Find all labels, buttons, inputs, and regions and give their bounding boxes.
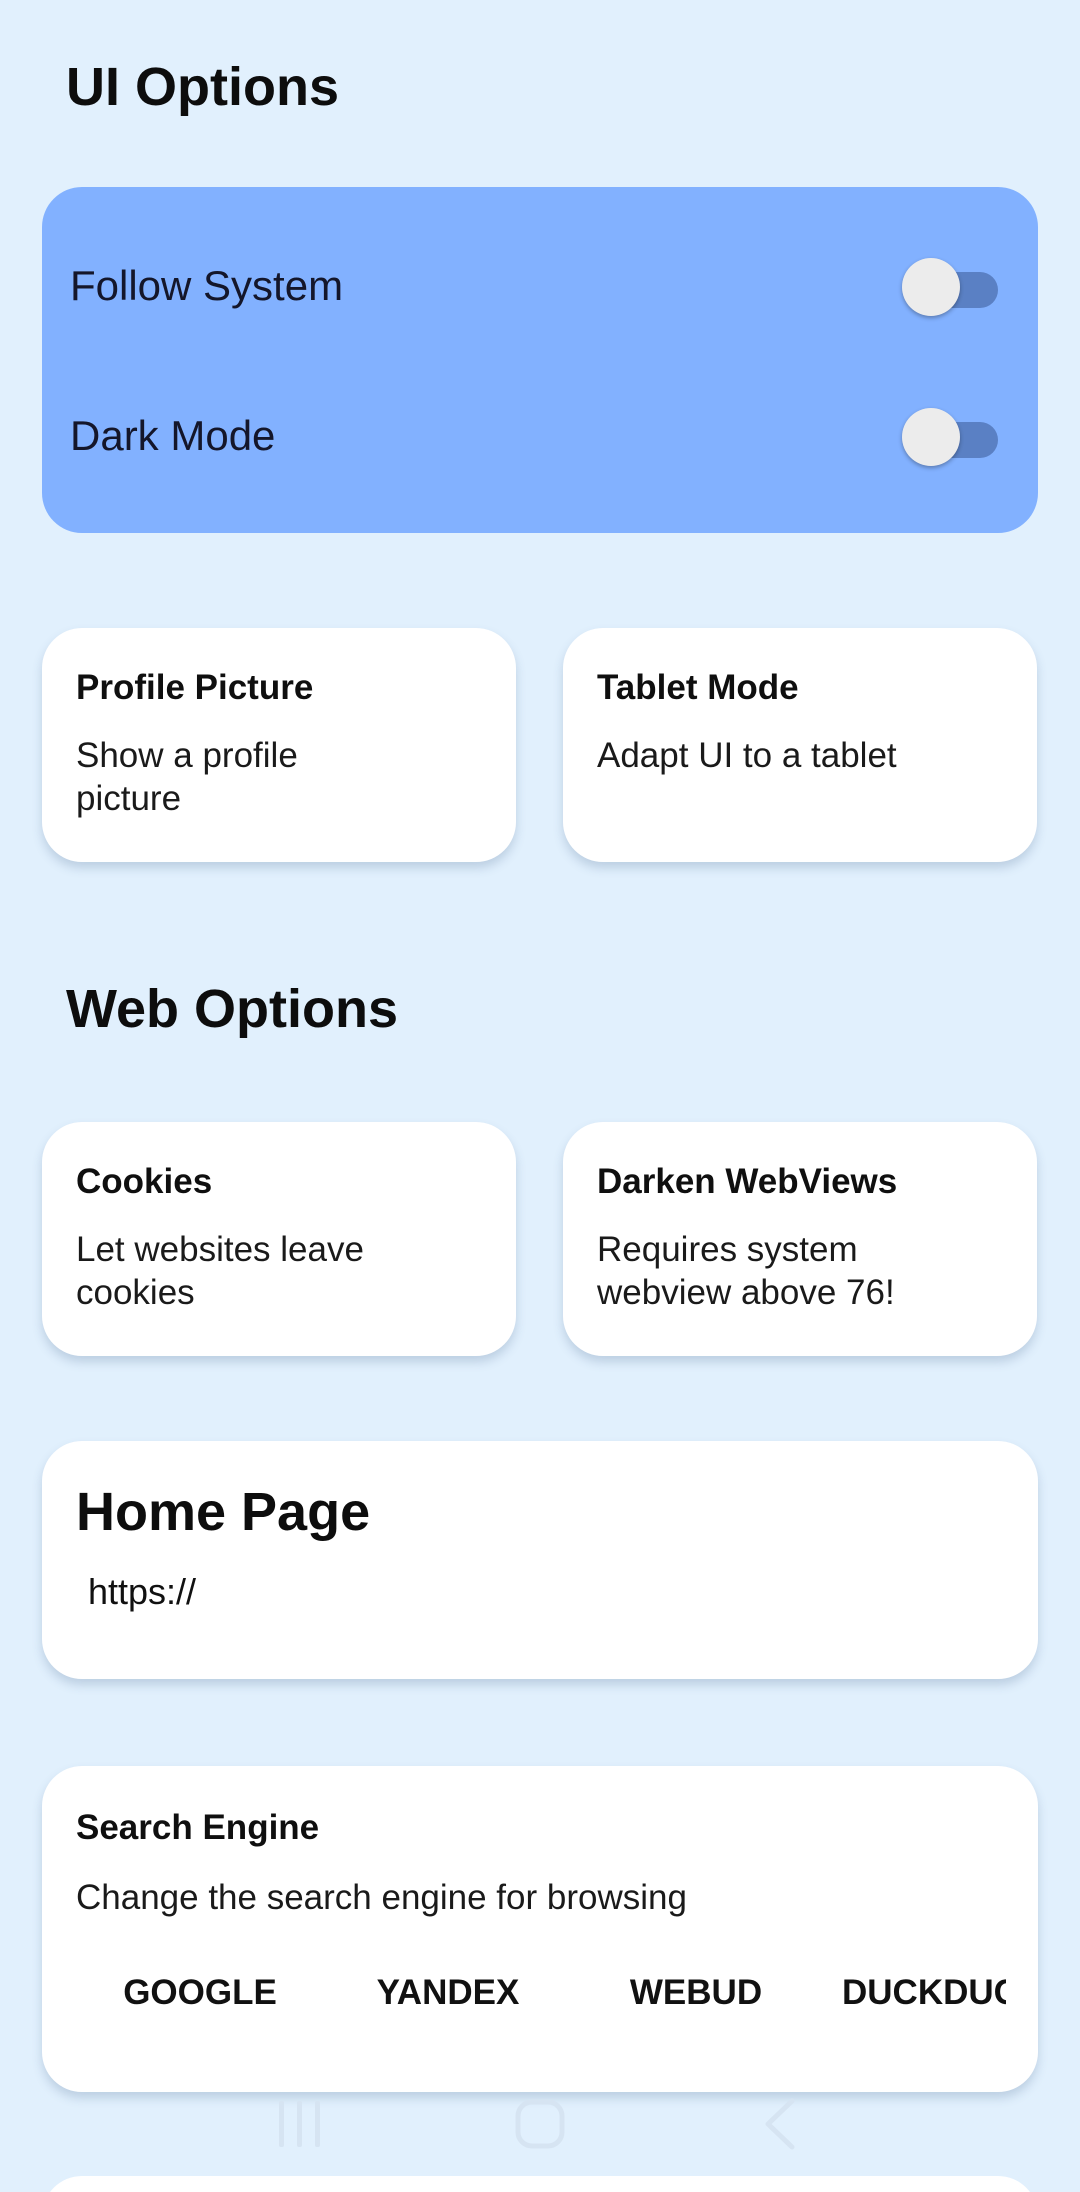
system-navigation-bar: [0, 2082, 1080, 2166]
ui-options-title: UI Options: [66, 57, 339, 117]
tablet-mode-card[interactable]: Tablet Mode Adapt UI to a tablet: [563, 628, 1037, 862]
profile-picture-card[interactable]: Profile Picture Show a profile picture: [42, 628, 516, 862]
engine-google-button[interactable]: GOOGLE: [76, 1973, 324, 2013]
back-icon[interactable]: [744, 2088, 816, 2160]
card-description: Show a profile picture: [76, 736, 298, 818]
follow-system-row[interactable]: Follow System: [70, 241, 998, 331]
dark-mode-row[interactable]: Dark Mode: [70, 391, 998, 481]
follow-system-switch[interactable]: [902, 258, 998, 316]
card-title: Cookies: [76, 1162, 213, 1201]
card-title: Profile Picture: [76, 668, 314, 707]
web-options-title: Web Options: [66, 979, 398, 1039]
home-page-title: Home Page: [76, 1482, 371, 1542]
switch-thumb: [902, 258, 960, 316]
home-icon[interactable]: [504, 2088, 576, 2160]
card-description: Let websites leave cookies: [76, 1230, 364, 1312]
search-engine-title: Search Engine: [76, 1808, 320, 1847]
home-page-url-input[interactable]: [88, 1571, 988, 1613]
settings-screen: UI Options Follow System Dark Mode Profi…: [0, 0, 1080, 2192]
search-engine-card: Search Engine Change the search engine f…: [42, 1766, 1038, 2092]
search-engine-description: Change the search engine for browsing: [76, 1878, 687, 1917]
dark-mode-label: Dark Mode: [70, 412, 276, 459]
dark-mode-switch[interactable]: [902, 408, 998, 466]
card-description: Adapt UI to a tablet: [597, 736, 897, 775]
engine-duckduck-button[interactable]: DUCKDUCK: [820, 1973, 1006, 2013]
recent-apps-icon[interactable]: [264, 2088, 336, 2160]
card-title: Darken WebViews: [597, 1162, 898, 1201]
card-description: Requires system webview above 76!: [597, 1230, 895, 1312]
switch-thumb: [902, 408, 960, 466]
follow-system-label: Follow System: [70, 262, 344, 309]
home-page-card: Home Page: [42, 1441, 1038, 1679]
theme-toggle-card: [42, 187, 1038, 533]
darken-webviews-card[interactable]: Darken WebViews Requires system webview …: [563, 1122, 1037, 1356]
next-card: [42, 2176, 1038, 2192]
card-title: Tablet Mode: [597, 668, 799, 707]
engine-yandex-button[interactable]: YANDEX: [324, 1973, 572, 2013]
cookies-card[interactable]: Cookies Let websites leave cookies: [42, 1122, 516, 1356]
engine-webud-button[interactable]: WEBUD: [572, 1973, 820, 2013]
search-engine-options: GOOGLE YANDEX WEBUD DUCKDUCK: [76, 1973, 1056, 2013]
